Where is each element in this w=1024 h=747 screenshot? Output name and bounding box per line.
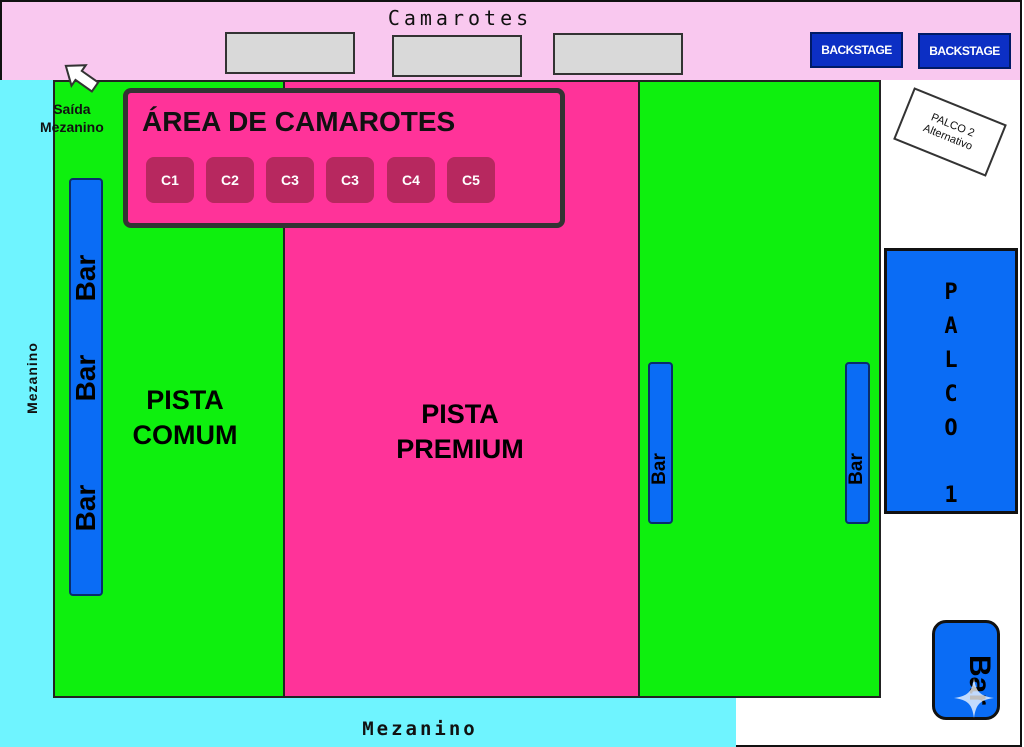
bar-left-bottom-label: Bar (70, 484, 101, 532)
saida-label: Saída Mezanino (40, 100, 104, 136)
backstage-1[interactable]: BACKSTAGE (810, 32, 903, 68)
bar-right-b-label: Bar (846, 453, 867, 485)
pista-premium-line1: PISTA (421, 399, 499, 429)
palco-1-letter-o: O (944, 416, 958, 441)
pista-premium-label: PISTA PREMIUM (360, 397, 560, 467)
camarotes-title: Camarotes (387, 6, 533, 30)
backstage-2[interactable]: BACKSTAGE (918, 33, 1011, 69)
mezanino-bottom-label: Mezanino (362, 718, 478, 740)
palco-1-letter-c: C (944, 382, 958, 407)
camarote-c5[interactable]: C5 (447, 157, 495, 203)
pista-comum-label: PISTA COMUM (95, 383, 275, 453)
sparkle-icon (954, 678, 994, 718)
exit-arrow-icon (64, 64, 100, 93)
palco-1-letter-l: L (944, 348, 958, 373)
saida-line1: Saída (53, 101, 91, 117)
pista-comum-line2: COMUM (132, 420, 238, 451)
camarote-c3-b[interactable]: C3 (326, 157, 374, 203)
bar-left-top-label: Bar (70, 254, 101, 302)
camarote-c4[interactable]: C4 (387, 157, 435, 203)
camarote-box-1[interactable] (225, 32, 355, 74)
palco-1-letter-p: P (944, 280, 958, 305)
pista-premium-line2: PREMIUM (396, 434, 524, 465)
camarote-c1[interactable]: C1 (146, 157, 194, 203)
area-camarotes-title: ÁREA DE CAMAROTES (142, 106, 456, 137)
palco-1-letter-a: A (944, 314, 958, 339)
camarote-box-2[interactable] (392, 35, 522, 77)
camarote-c3-a[interactable]: C3 (266, 157, 314, 203)
bar-right-a-label: Bar (649, 453, 670, 485)
camarote-c2[interactable]: C2 (206, 157, 254, 203)
palco-1-number: 1 (944, 483, 958, 508)
saida-line2: Mezanino (40, 119, 104, 136)
pista-comum-line1: PISTA (146, 385, 224, 415)
camarote-box-3[interactable] (553, 33, 683, 75)
mezanino-left-label: Mezanino (24, 342, 40, 414)
